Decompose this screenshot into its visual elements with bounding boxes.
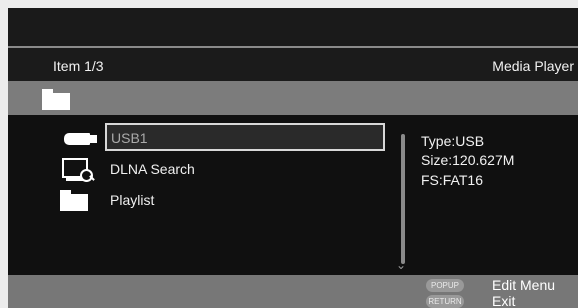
list-item-label: USB1 [111,130,148,146]
list-item-dlna-search[interactable]: DLNA Search [105,155,385,183]
path-bar [8,81,578,115]
info-type: Type:USB [421,133,485,149]
info-size: Size:120.627M [421,152,515,168]
dlna-search-icon [60,157,96,183]
list-item-usb1[interactable]: USB1 [105,123,385,151]
media-player-screen: Item 1/3 Media Player USB1 DLNA Search P… [8,8,578,308]
screen-title: Media Player [492,58,574,74]
exit-hint: Exit [492,293,516,308]
popup-key-badge: POPUP [426,279,464,292]
item-counter: Item 1/3 [53,58,104,74]
info-fs: FS:FAT16 [421,172,483,188]
top-band [8,8,578,46]
header-bar: Item 1/3 Media Player [8,48,578,81]
list-scrollbar[interactable] [401,134,405,264]
footer-bar: POPUP Edit Menu RETURN Exit [8,275,578,308]
list-item-label: Playlist [110,192,155,208]
usb-drive-icon [60,133,100,145]
list-item-playlist[interactable]: Playlist [105,186,385,214]
edit-menu-hint: Edit Menu [492,277,556,293]
list-item-label: DLNA Search [110,161,195,177]
scroll-down-arrow-icon[interactable]: ⌄ [396,259,406,271]
return-key-badge: RETURN [426,295,464,308]
